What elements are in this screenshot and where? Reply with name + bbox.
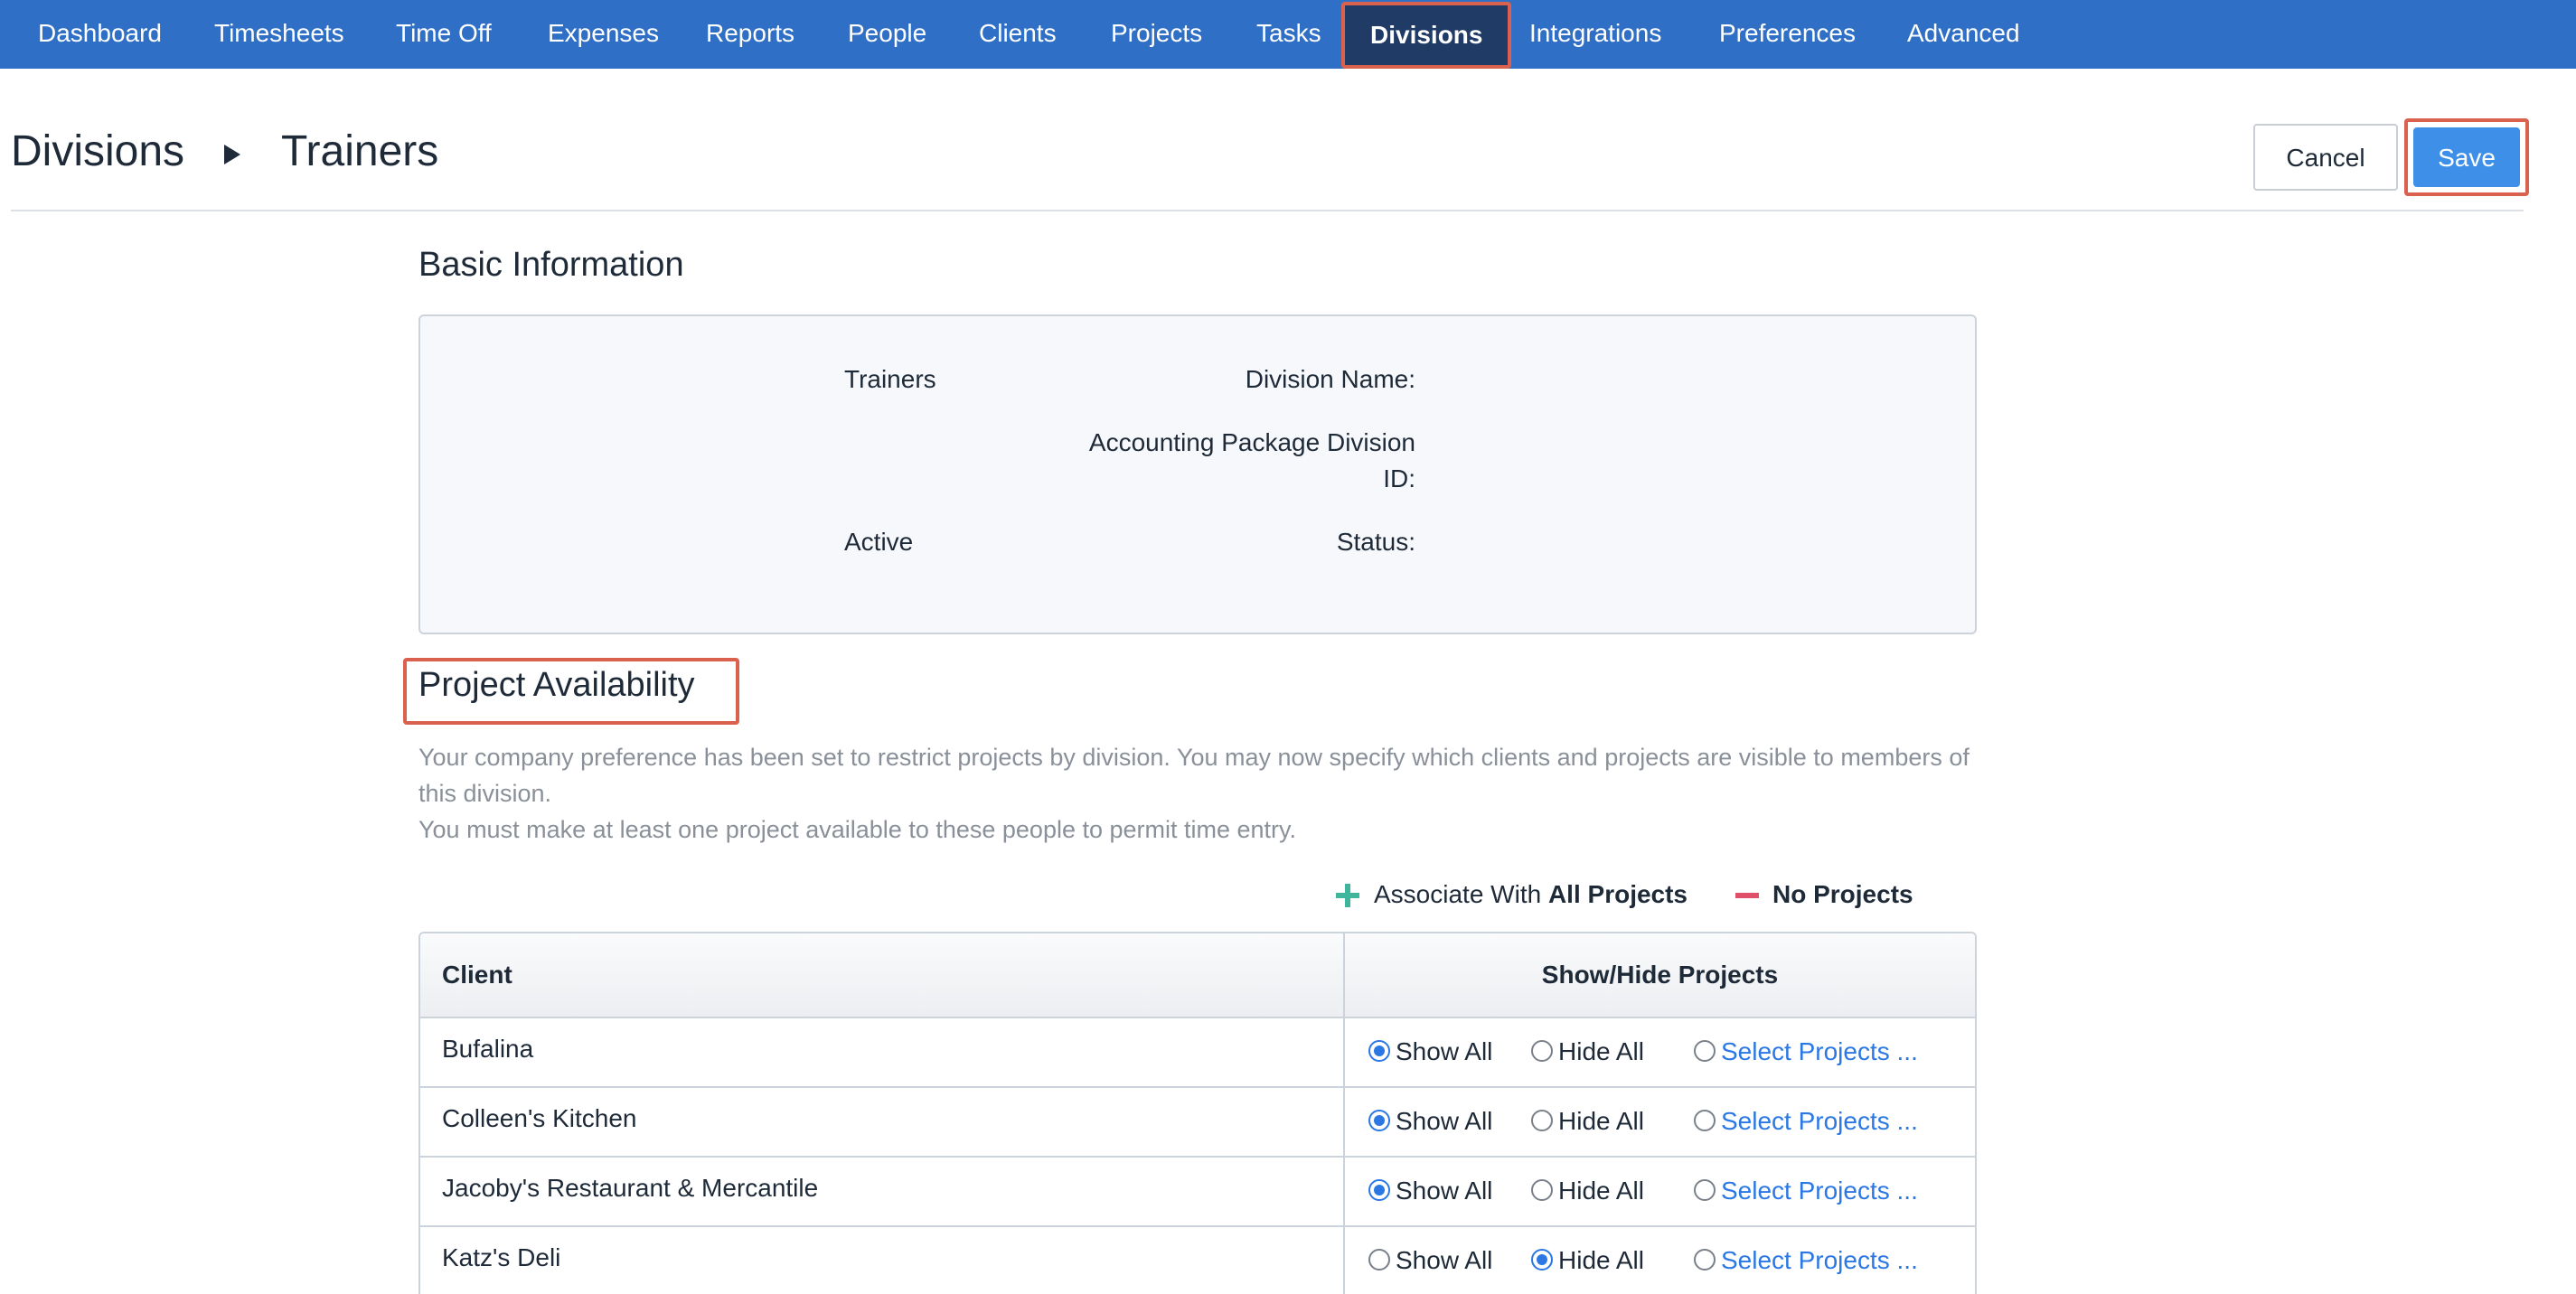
nav-divisions[interactable]: Divisions [1341, 2, 1512, 69]
nav-projects[interactable]: Projects [1111, 0, 1202, 69]
nav-dashboard[interactable]: Dashboard [38, 0, 162, 69]
hide-all-radio[interactable] [1531, 1249, 1553, 1271]
nav-timesheets[interactable]: Timesheets [214, 0, 344, 69]
nav-advanced[interactable]: Advanced [1907, 0, 2020, 69]
show-all-radio[interactable] [1368, 1179, 1390, 1201]
nav-reports[interactable]: Reports [706, 0, 794, 69]
select-projects-radio[interactable] [1694, 1179, 1716, 1201]
select-projects-radio[interactable] [1694, 1110, 1716, 1131]
project-availability-title: Project Availability [418, 666, 695, 704]
nav-integrations[interactable]: Integrations [1529, 0, 1661, 69]
show-all-radio[interactable] [1368, 1249, 1390, 1271]
show-all-radio[interactable] [1368, 1110, 1390, 1131]
show-all-label[interactable]: Show All [1396, 1225, 1492, 1294]
associate-prefix: Associate With [1374, 880, 1548, 908]
select-projects-link[interactable]: Select Projects ... [1721, 1156, 1918, 1225]
table-row: Jacoby's Restaurant & Mercantile Show Al… [420, 1156, 1975, 1227]
hide-all-radio[interactable] [1531, 1110, 1553, 1131]
select-projects-link[interactable]: Select Projects ... [1721, 1086, 1918, 1156]
nav-clients[interactable]: Clients [979, 0, 1057, 69]
client-name: Jacoby's Restaurant & Mercantile [442, 1174, 819, 1202]
project-availability-help-1: Your company preference has been set to … [418, 744, 1970, 807]
project-availability-help-2: You must make at least one project avail… [418, 816, 1297, 843]
select-projects-link[interactable]: Select Projects ... [1721, 1017, 1918, 1086]
hide-all-label[interactable]: Hide All [1558, 1156, 1644, 1225]
table-row: Colleen's Kitchen Show All Hide All Sele… [420, 1086, 1975, 1158]
minus-icon[interactable] [1735, 893, 1759, 898]
accounting-id-label-line2: ID: [1383, 464, 1415, 492]
select-projects-link[interactable]: Select Projects ... [1721, 1225, 1918, 1294]
hide-all-label[interactable]: Hide All [1558, 1017, 1644, 1086]
client-projects-table: Client Show/Hide Projects Bufalina Show … [418, 932, 1977, 1294]
associate-all-projects: All Projects [1547, 880, 1688, 908]
nav-tasks[interactable]: Tasks [1256, 0, 1321, 69]
show-all-label[interactable]: Show All [1396, 1017, 1492, 1086]
table-row: Katz's Deli Show All Hide All Select Pro… [420, 1225, 1975, 1294]
basic-info-title: Basic Information [418, 246, 684, 284]
table-row: Bufalina Show All Hide All Select Projec… [420, 1017, 1975, 1088]
hide-all-label[interactable]: Hide All [1558, 1225, 1644, 1294]
nav-time-off[interactable]: Time Off [396, 0, 492, 69]
no-projects-link[interactable]: No Projects [1772, 877, 1913, 913]
basic-info-panel [418, 314, 1977, 634]
nav-preferences[interactable]: Preferences [1719, 0, 1856, 69]
client-name: Katz's Deli [442, 1243, 561, 1271]
division-name-value: Trainers [844, 365, 936, 393]
table-header: Client Show/Hide Projects [420, 933, 1975, 1018]
accounting-id-label-line1: Accounting Package Division [1088, 428, 1415, 456]
client-name: Colleen's Kitchen [442, 1104, 637, 1132]
column-header-client: Client [442, 961, 512, 989]
top-nav: Dashboard Timesheets Time Off Expenses R… [0, 0, 2576, 69]
show-all-label[interactable]: Show All [1396, 1086, 1492, 1156]
nav-expenses[interactable]: Expenses [548, 0, 659, 69]
column-divider [1343, 933, 1345, 1294]
show-all-radio[interactable] [1368, 1040, 1390, 1062]
page-title: Trainers [281, 127, 439, 175]
associate-all-projects-link[interactable]: Associate With All Projects [1374, 877, 1688, 913]
header-divider [11, 210, 2524, 211]
select-projects-radio[interactable] [1694, 1040, 1716, 1062]
hide-all-label[interactable]: Hide All [1558, 1086, 1644, 1156]
hide-all-radio[interactable] [1531, 1040, 1553, 1062]
cancel-button[interactable]: Cancel [2253, 124, 2398, 191]
nav-people[interactable]: People [848, 0, 926, 69]
status-label: Status: [1336, 528, 1415, 556]
breadcrumb-divisions[interactable]: Divisions [11, 127, 184, 176]
division-name-label: Division Name: [1245, 365, 1415, 393]
save-button[interactable]: Save [2413, 127, 2520, 187]
plus-icon[interactable] [1336, 884, 1359, 907]
client-name: Bufalina [442, 1035, 534, 1063]
save-highlight: Save [2404, 118, 2529, 196]
select-projects-radio[interactable] [1694, 1249, 1716, 1271]
show-all-label[interactable]: Show All [1396, 1156, 1492, 1225]
status-value: Active [844, 528, 914, 556]
breadcrumb-arrow-icon [224, 145, 240, 164]
hide-all-radio[interactable] [1531, 1179, 1553, 1201]
column-header-show-hide: Show/Hide Projects [1541, 961, 1779, 989]
